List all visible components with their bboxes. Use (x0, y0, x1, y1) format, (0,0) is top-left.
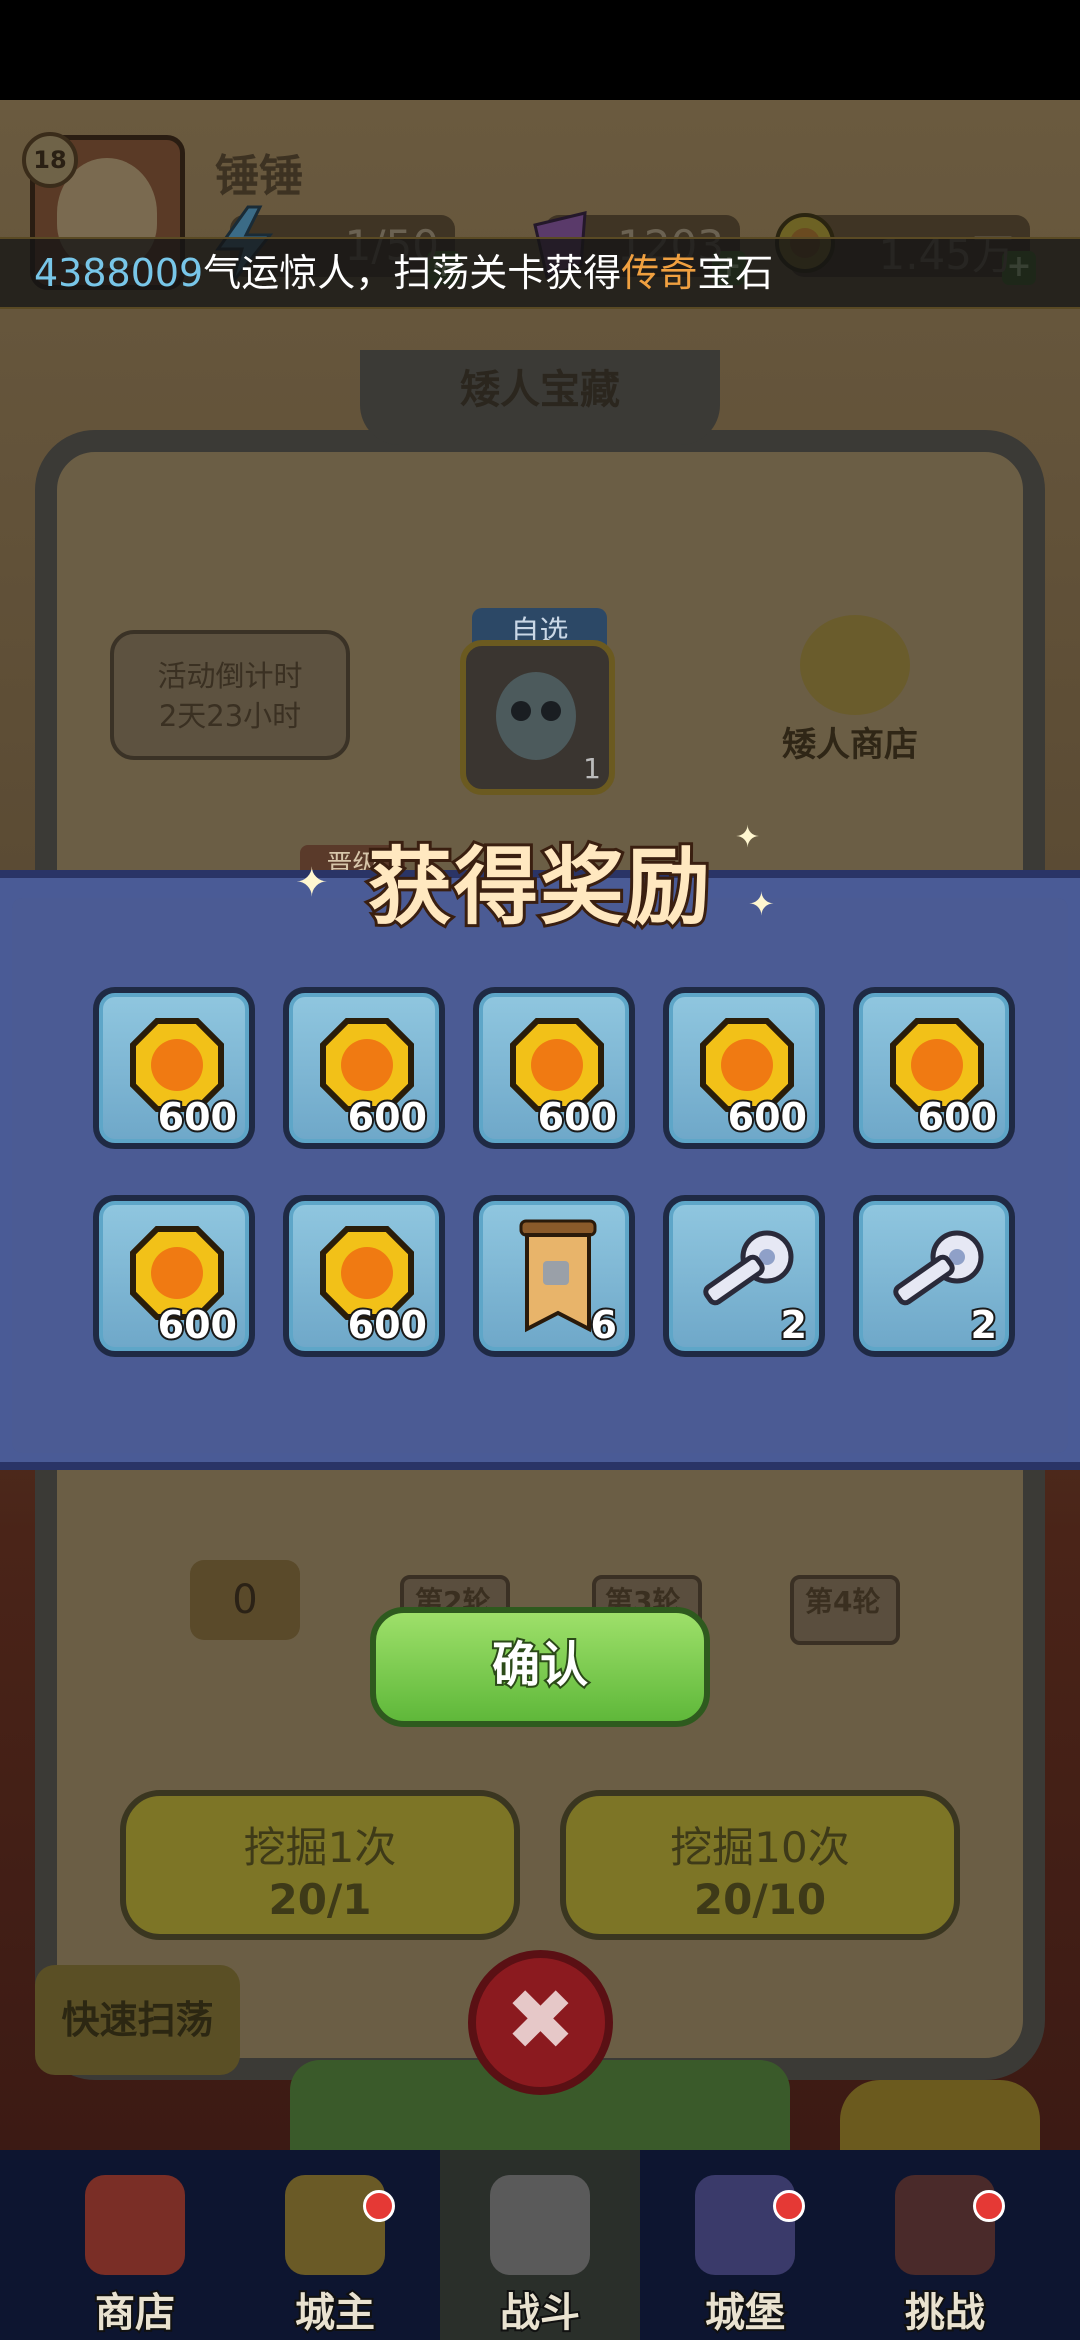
event-countdown: 活动倒计时 2天23小时 (110, 630, 350, 760)
reward-count: 2 (969, 1301, 1000, 1349)
reward-count: 600 (726, 1093, 809, 1141)
nav-challenge-label: 挑战 (903, 2288, 987, 2338)
dwarf-shop-label[interactable]: 矮人商店 (782, 717, 918, 766)
event-title: 矮人宝藏 (360, 350, 720, 445)
status-bar (0, 0, 1080, 100)
nav-shop[interactable]: 商店 (35, 2150, 235, 2340)
boss-reward-slot[interactable]: 1 (460, 640, 615, 795)
nav-lord[interactable]: 城主 (235, 2150, 435, 2340)
reward-slot: 600 (669, 993, 819, 1143)
round-label-4: 第4轮 (805, 1585, 881, 1618)
dig-ten-label: 挖掘10次 (670, 1823, 850, 1872)
sparkle-icon: ✦ (295, 860, 329, 906)
demon-icon (895, 2175, 995, 2275)
reward-count: 6 (589, 1301, 620, 1349)
reward-count: 600 (536, 1093, 619, 1141)
broadcast-ticker: 4388009气运惊人，扫荡关卡获得传奇宝石 (0, 237, 1080, 309)
nav-lord-label: 城主 (293, 2288, 377, 2338)
crossed-swords-icon (490, 2175, 590, 2275)
dig-once-label: 挖掘1次 (243, 1823, 397, 1872)
scroll-icon (519, 1219, 597, 1333)
reward-slot: 600 (99, 993, 249, 1143)
reward-item-coin[interactable]: 600 (473, 987, 635, 1149)
shop-icon (85, 2175, 185, 2275)
reward-slot: 600 (289, 1201, 439, 1351)
reward-slot: 2 (859, 1201, 1009, 1351)
castle-icon (695, 2175, 795, 2275)
reward-item-coin[interactable]: 600 (663, 987, 825, 1149)
reward-item-scroll[interactable]: 6 (473, 1195, 635, 1357)
quick-sweep-button[interactable]: 快速扫荡 (35, 1965, 240, 2075)
reward-count: 600 (346, 1093, 429, 1141)
dig-ten-button[interactable]: 挖掘10次 20/10 (560, 1790, 960, 1940)
reward-slot: 6 (479, 1201, 629, 1351)
player-name: 锤锤 (215, 151, 303, 202)
reward-item-coin[interactable]: 600 (283, 1195, 445, 1357)
notification-dot (973, 2190, 1005, 2222)
dwarf-shop-icon[interactable] (800, 615, 910, 715)
first-round-slot: 0 (190, 1560, 300, 1640)
notification-dot (773, 2190, 805, 2222)
reward-panel (12, 898, 1068, 1453)
reward-count: 600 (156, 1301, 239, 1349)
gold-pile-decoration (840, 2080, 1040, 2150)
reward-slot: 600 (479, 993, 629, 1143)
reward-item-key[interactable]: 2 (663, 1195, 825, 1357)
ticker-player-id: 4388009 (34, 251, 204, 295)
reward-count: 600 (916, 1093, 999, 1141)
reward-count: 600 (156, 1093, 239, 1141)
dig-ten-cost: 20/10 (693, 1875, 827, 1924)
reward-item-key[interactable]: 2 (853, 1195, 1015, 1357)
close-button[interactable]: ✖ (468, 1950, 613, 2095)
nav-shop-label: 商店 (93, 2288, 177, 2338)
countdown-value: 2天23小时 (158, 699, 302, 733)
bottom-nav: 商店 城主 战斗 城堡 挑战 (0, 2150, 1080, 2340)
reward-title: 获得奖励 (365, 835, 713, 939)
nav-challenge[interactable]: 挑战 (845, 2150, 1045, 2340)
ticker-text-before: 气运惊人，扫荡关卡获得 (203, 251, 622, 295)
reward-slot: 600 (859, 993, 1009, 1143)
ticker-text-after: 宝石 (697, 251, 774, 295)
level-badge: 18 (22, 132, 78, 188)
reward-item-coin[interactable]: 600 (853, 987, 1015, 1149)
crown-icon (285, 2175, 385, 2275)
confirm-button[interactable]: 确认 (370, 1607, 710, 1727)
reward-slot: 600 (289, 993, 439, 1143)
nav-battle[interactable]: 战斗 (440, 2150, 640, 2340)
dig-once-cost: 20/1 (268, 1875, 372, 1924)
countdown-label: 活动倒计时 (157, 659, 303, 693)
reward-slot: 2 (669, 1201, 819, 1351)
nav-castle[interactable]: 城堡 (645, 2150, 845, 2340)
reward-count: 2 (779, 1301, 810, 1349)
reward-item-coin[interactable]: 600 (283, 987, 445, 1149)
reward-slot: 600 (99, 1201, 249, 1351)
boss-count: 1 (583, 752, 601, 785)
reward-modal (0, 870, 1080, 1470)
reward-item-coin[interactable]: 600 (93, 1195, 255, 1357)
reward-item-coin[interactable]: 600 (93, 987, 255, 1149)
sparkle-icon: ✦ (748, 885, 775, 923)
nav-battle-label: 战斗 (498, 2288, 582, 2338)
notification-dot (363, 2190, 395, 2222)
reward-count: 600 (346, 1301, 429, 1349)
sparkle-icon: ✦ (735, 820, 761, 855)
nav-castle-label: 城堡 (703, 2288, 787, 2338)
dig-once-button[interactable]: 挖掘1次 20/1 (120, 1790, 520, 1940)
ticker-highlight: 传奇 (621, 251, 698, 295)
